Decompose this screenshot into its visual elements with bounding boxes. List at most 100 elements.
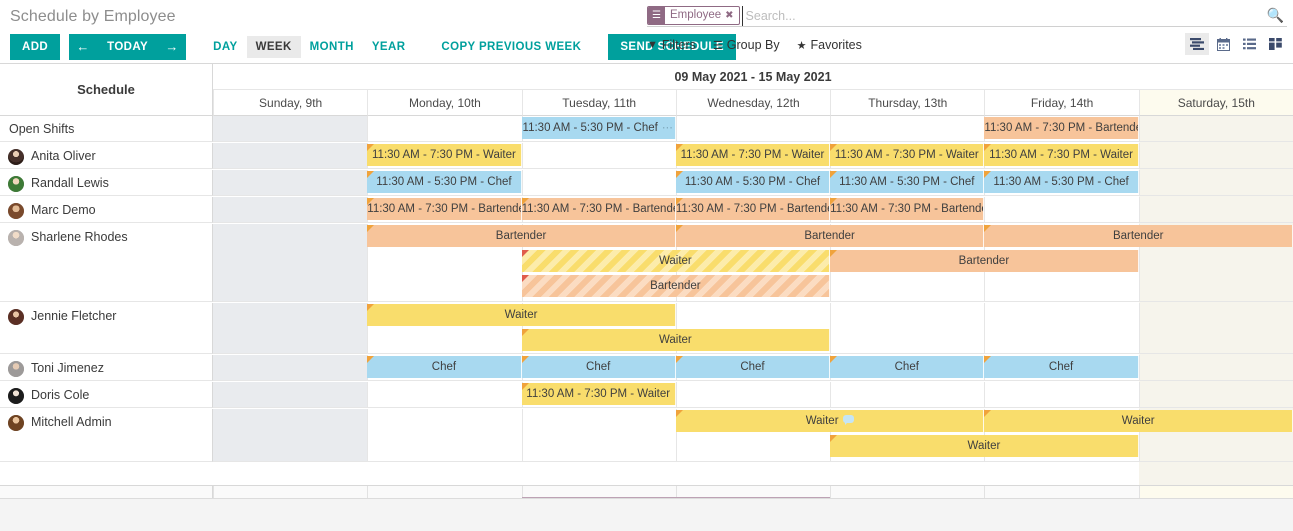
shift-pill[interactable]: Bartender	[367, 225, 676, 247]
shift-pill[interactable]: 11:30 AM - 5:30 PM - Chef	[367, 171, 521, 193]
scale-week[interactable]: WEEK	[247, 36, 301, 58]
arrow-right-icon[interactable]: →	[158, 34, 186, 60]
row-label-3[interactable]: Marc Demo	[0, 197, 213, 223]
shift-marker-icon	[676, 198, 683, 205]
shift-pill[interactable]: 11:30 AM - 7:30 PM - Waiter	[830, 144, 984, 166]
shift-label: 11:30 AM - 5:30 PM - Chef	[839, 176, 974, 188]
shift-marker-icon	[367, 144, 374, 151]
day-header-0: Sunday, 9th	[213, 90, 367, 116]
shift-pill[interactable]: Chef	[367, 356, 521, 378]
shift-pill[interactable]: 11:30 AM - 7:30 PM - Waiter	[367, 144, 521, 166]
calendar-view-icon[interactable]	[1211, 33, 1235, 55]
shift-label: Chef	[586, 361, 610, 373]
add-button[interactable]: ADD	[10, 34, 60, 60]
gantt-view-icon[interactable]	[1185, 33, 1209, 55]
copy-previous-week-button[interactable]: COPY PREVIOUS WEEK	[432, 36, 590, 58]
shift-pill[interactable]: Chef	[830, 356, 984, 378]
shift-pill[interactable]: Chef	[522, 356, 676, 378]
shift-label: Bartender	[804, 230, 855, 242]
scale-month[interactable]: MONTH	[301, 36, 363, 58]
sunday-empty-band	[213, 116, 367, 141]
search-facet-label: Employee	[665, 7, 725, 24]
row-label-0[interactable]: Open Shifts	[0, 116, 213, 142]
filters-label: Filters	[662, 38, 696, 52]
shift-pill[interactable]: Waiter	[522, 250, 831, 272]
scale-switcher: DAY WEEK MONTH YEAR	[204, 36, 414, 58]
row-label-1[interactable]: Anita Oliver	[0, 143, 213, 169]
shift-pill[interactable]: Waiter	[367, 304, 676, 326]
shift-marker-icon	[367, 356, 374, 363]
avatar	[8, 203, 24, 219]
shift-marker-icon	[984, 171, 991, 178]
column-separator	[984, 382, 985, 407]
shift-pill[interactable]: Bartender	[984, 225, 1293, 247]
kanban-view-icon[interactable]	[1263, 33, 1287, 55]
search-input[interactable]	[742, 6, 1264, 26]
funnel-icon: ▼	[647, 39, 658, 51]
today-button[interactable]: TODAY	[97, 34, 158, 60]
shift-label: Waiter	[659, 255, 692, 267]
shift-pill[interactable]: 11:30 AM - 7:30 PM - Waiter	[984, 144, 1138, 166]
row-label-6[interactable]: Toni Jimenez	[0, 355, 213, 381]
row-label-5[interactable]: Jennie Fletcher	[0, 303, 213, 354]
day-header-1: Monday, 10th	[367, 90, 521, 116]
shift-marker-icon	[676, 144, 683, 151]
sunday-empty-band	[213, 409, 367, 461]
shift-pill[interactable]: 11:30 AM - 7:30 PM - Waiter	[522, 383, 676, 405]
avatar	[8, 230, 24, 246]
shift-pill[interactable]: Waiter	[522, 329, 831, 351]
arrow-left-icon[interactable]: ←	[69, 34, 97, 60]
chat-bubble-icon	[843, 415, 854, 423]
shift-pill[interactable]: Waiter	[984, 410, 1293, 432]
shift-marker-icon	[676, 410, 683, 417]
group-by-button[interactable]: ☰ Group By	[713, 38, 780, 52]
shift-pill[interactable]: 11:30 AM - 5:30 PM - Chef⋯	[522, 117, 676, 139]
shift-label: Waiter	[968, 440, 1001, 452]
sunday-empty-band	[213, 303, 367, 353]
shift-pill[interactable]: 11:30 AM - 7:30 PM - Bartender	[367, 198, 521, 220]
shift-pill[interactable]: 11:30 AM - 7:30 PM - Bartender	[984, 117, 1138, 139]
favorites-label: Favorites	[810, 38, 861, 52]
favorites-button[interactable]: ★ Favorites	[797, 38, 862, 52]
gantt-grid: Schedule 09 May 2021 - 15 May 2021 Sunda…	[0, 64, 1293, 531]
row-label-8[interactable]: Mitchell Admin	[0, 409, 213, 462]
shift-pill[interactable]: 11:30 AM - 7:30 PM - Bartender	[522, 198, 676, 220]
shift-pill[interactable]: Waiter	[676, 410, 985, 432]
shift-pill[interactable]: Bartender	[676, 225, 985, 247]
breadcrumb[interactable]: Schedule by Employee	[10, 8, 176, 26]
footer-strip	[0, 498, 1293, 531]
search-facet-employee[interactable]: ☰ Employee ✖	[647, 6, 740, 25]
shift-marker-icon	[522, 329, 529, 336]
column-separator	[984, 303, 985, 353]
scale-year[interactable]: YEAR	[363, 36, 415, 58]
column-separator	[367, 116, 368, 141]
shift-pill[interactable]: Waiter	[830, 435, 1139, 457]
shift-pill[interactable]: 11:30 AM - 5:30 PM - Chef	[984, 171, 1138, 193]
shift-pill[interactable]: Bartender	[522, 275, 831, 297]
column-separator	[522, 409, 523, 461]
shift-pill[interactable]: 11:30 AM - 7:30 PM - Bartender	[830, 198, 984, 220]
shift-pill[interactable]: 11:30 AM - 7:30 PM - Waiter	[676, 144, 830, 166]
more-options-icon[interactable]: ⋯	[662, 122, 674, 134]
shift-pill[interactable]: 11:30 AM - 7:30 PM - Bartender	[676, 198, 830, 220]
row-label-2[interactable]: Randall Lewis	[0, 170, 213, 196]
shift-label: Chef	[895, 361, 919, 373]
shift-pill[interactable]: Chef	[984, 356, 1138, 378]
list-view-icon[interactable]	[1237, 33, 1261, 55]
shift-pill[interactable]: 11:30 AM - 5:30 PM - Chef	[676, 171, 830, 193]
row-label-7[interactable]: Doris Cole	[0, 382, 213, 408]
column-separator	[1139, 116, 1140, 141]
row-label-4[interactable]: Sharlene Rhodes	[0, 224, 213, 302]
avatar	[8, 361, 24, 377]
shift-pill[interactable]: Bartender	[830, 250, 1139, 272]
shift-marker-icon	[367, 198, 374, 205]
filters-button[interactable]: ▼ Filters	[647, 38, 696, 52]
shift-pill[interactable]: 11:30 AM - 5:30 PM - Chef	[830, 171, 984, 193]
shift-label: Waiter	[659, 334, 692, 346]
shift-marker-icon	[522, 275, 529, 282]
shift-pill[interactable]: Chef	[676, 356, 830, 378]
search-icon[interactable]: 🔍	[1264, 7, 1287, 24]
shift-label: 11:30 AM - 7:30 PM - Waiter	[835, 149, 979, 161]
close-icon[interactable]: ✖	[725, 10, 738, 21]
scale-day[interactable]: DAY	[204, 36, 246, 58]
